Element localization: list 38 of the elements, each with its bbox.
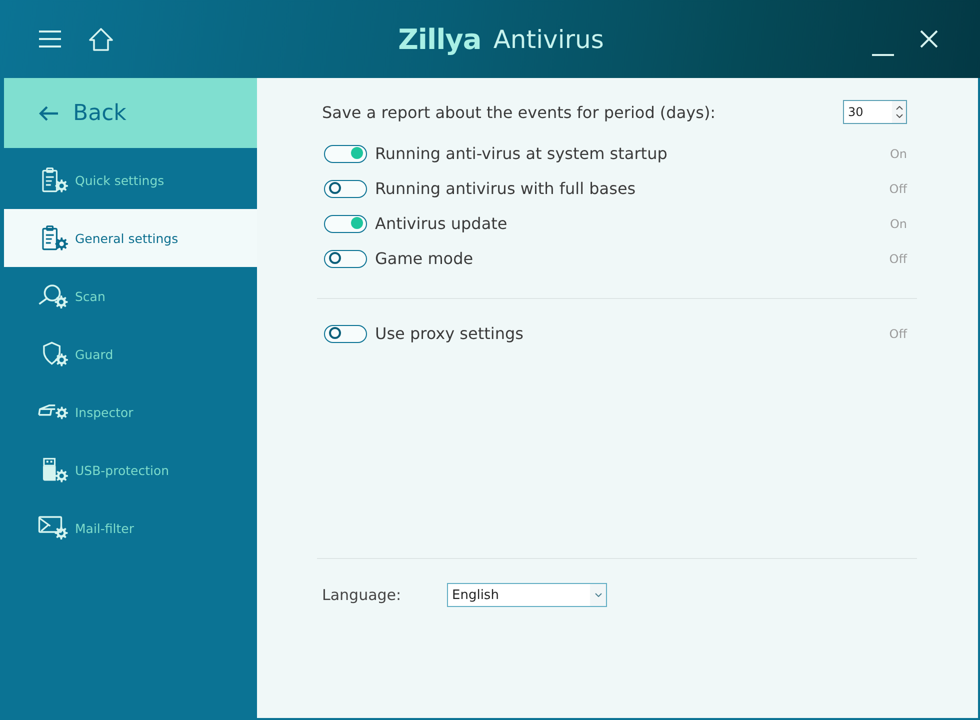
usb-drive-gear-icon — [42, 457, 68, 483]
toggle-status: On — [890, 216, 907, 230]
glasses-gear-icon — [38, 404, 68, 420]
menu-icon[interactable] — [39, 30, 61, 48]
report-period-label: Save a report about the events for period (days): — [322, 102, 717, 122]
magnifier-gear-icon — [38, 283, 68, 309]
setting-label: Running anti-virus at system startup — [375, 144, 668, 163]
setting-label: Use proxy settings — [375, 324, 524, 343]
toggle-status: On — [890, 146, 907, 160]
days-input-field[interactable]: 30 — [843, 100, 907, 124]
clipboard-gear-icon — [42, 167, 68, 193]
toggle-switch[interactable] — [324, 180, 367, 198]
language-label: Language: — [322, 586, 402, 604]
window-title: Antivirus — [493, 24, 604, 54]
envelope-gear-icon — [38, 516, 68, 540]
chevron-up-icon[interactable] — [896, 106, 902, 110]
setting-label: Running antivirus with full bases — [375, 179, 637, 198]
chevron-down-icon[interactable] — [896, 114, 902, 118]
toggle-status: Off — [889, 252, 907, 266]
toggle-switch[interactable] — [324, 144, 367, 162]
home-icon[interactable] — [89, 28, 113, 50]
app-logo: Zillya — [398, 22, 482, 56]
clipboard-gear-icon — [42, 225, 68, 251]
toggle-switch[interactable] — [324, 214, 367, 232]
back-button[interactable]: Back — [4, 78, 257, 148]
close-icon[interactable] — [920, 30, 938, 48]
language-dropdown[interactable]: English — [447, 583, 607, 607]
toggle-switch[interactable] — [324, 250, 367, 268]
shield-gear-icon — [42, 341, 68, 367]
chevron-down-icon — [594, 593, 602, 597]
toggle-status: Off — [889, 326, 907, 340]
sidebar-item[interactable]: General settings — [4, 209, 257, 267]
minimize-icon[interactable] — [872, 53, 894, 57]
toggle-status: Off — [889, 182, 907, 196]
setting-label: Antivirus update — [375, 214, 508, 233]
toggle-switch[interactable] — [324, 324, 367, 342]
setting-label: Game mode — [375, 249, 474, 268]
back-arrow-icon — [39, 106, 58, 120]
